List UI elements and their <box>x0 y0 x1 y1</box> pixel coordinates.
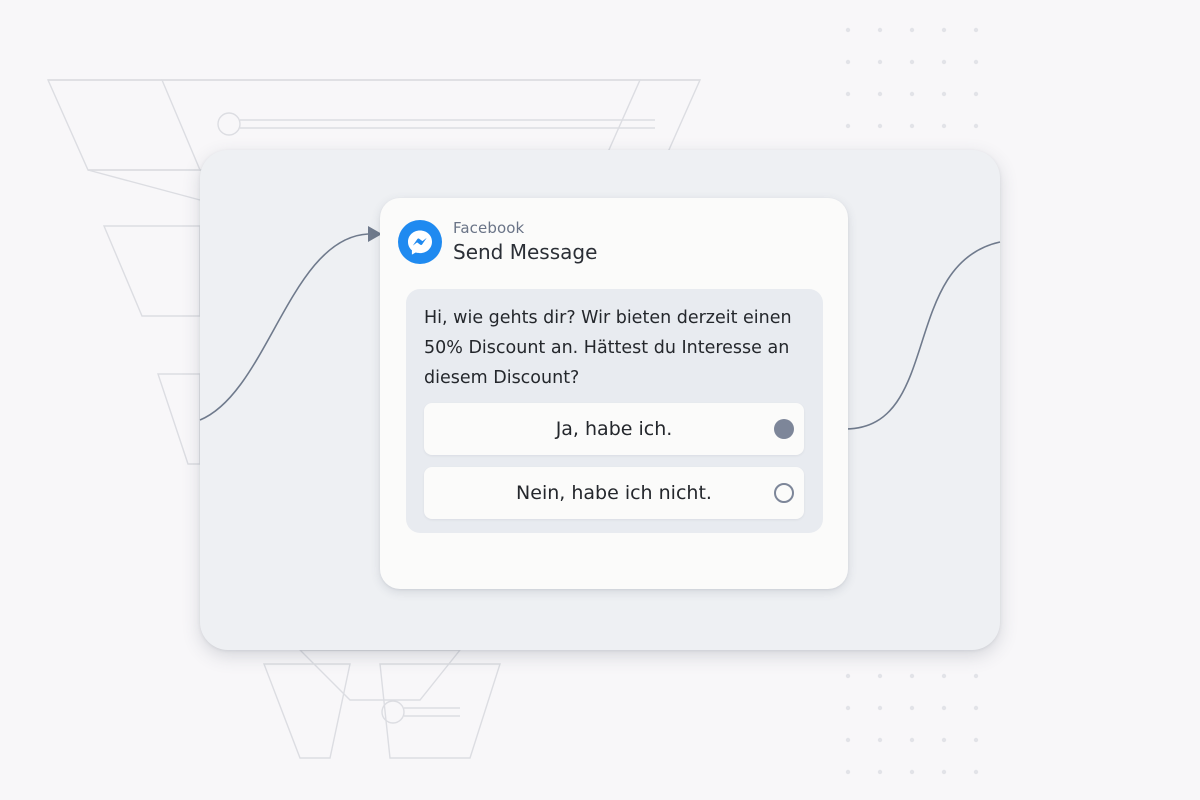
node-platform-label: Facebook <box>453 219 525 237</box>
connection-handle-icon[interactable] <box>774 483 794 503</box>
message-text: Hi, wie gehts dir? Wir bieten derzeit ei… <box>424 308 792 388</box>
message-box[interactable]: Hi, wie gehts dir? Wir bieten derzeit ei… <box>406 289 823 533</box>
reply-label: Ja, habe ich. <box>555 418 673 440</box>
send-message-node[interactable]: Facebook Send Message Hi, wie gehts dir?… <box>380 198 848 589</box>
reply-label: Nein, habe ich nicht. <box>516 482 712 504</box>
reply-option-yes[interactable]: Ja, habe ich. <box>424 403 804 455</box>
messenger-icon <box>398 220 442 264</box>
node-title: Send Message <box>453 240 598 264</box>
connection-handle-icon[interactable] <box>774 419 794 439</box>
reply-option-no[interactable]: Nein, habe ich nicht. <box>424 467 804 519</box>
